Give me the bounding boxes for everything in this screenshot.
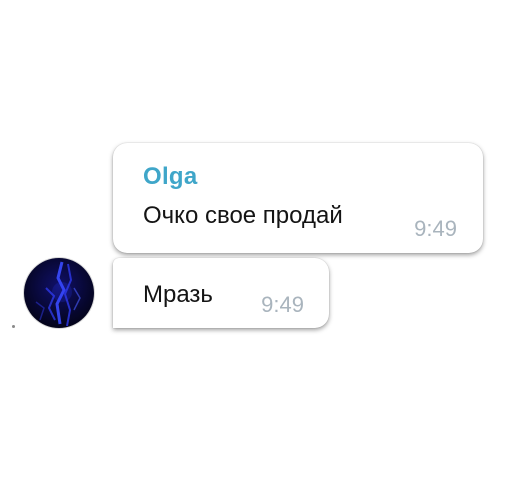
sender-name[interactable]: Olga xyxy=(143,163,198,191)
message-time: 9:49 xyxy=(261,292,304,317)
avatar[interactable] xyxy=(24,258,94,328)
chat-area: Olga Очко свое продай 9:49 Мразь 9:49 xyxy=(0,0,512,480)
message-text: Очко свое продай xyxy=(143,202,343,229)
message-bubble[interactable]: Olga Очко свое продай 9:49 xyxy=(113,143,483,253)
message-time: 9:49 xyxy=(414,216,457,241)
decorative-dot xyxy=(12,325,15,328)
message-text: Мразь xyxy=(143,281,213,308)
avatar-blue-abstract-icon xyxy=(24,258,94,328)
message-bubble[interactable]: Мразь 9:49 xyxy=(113,258,329,328)
